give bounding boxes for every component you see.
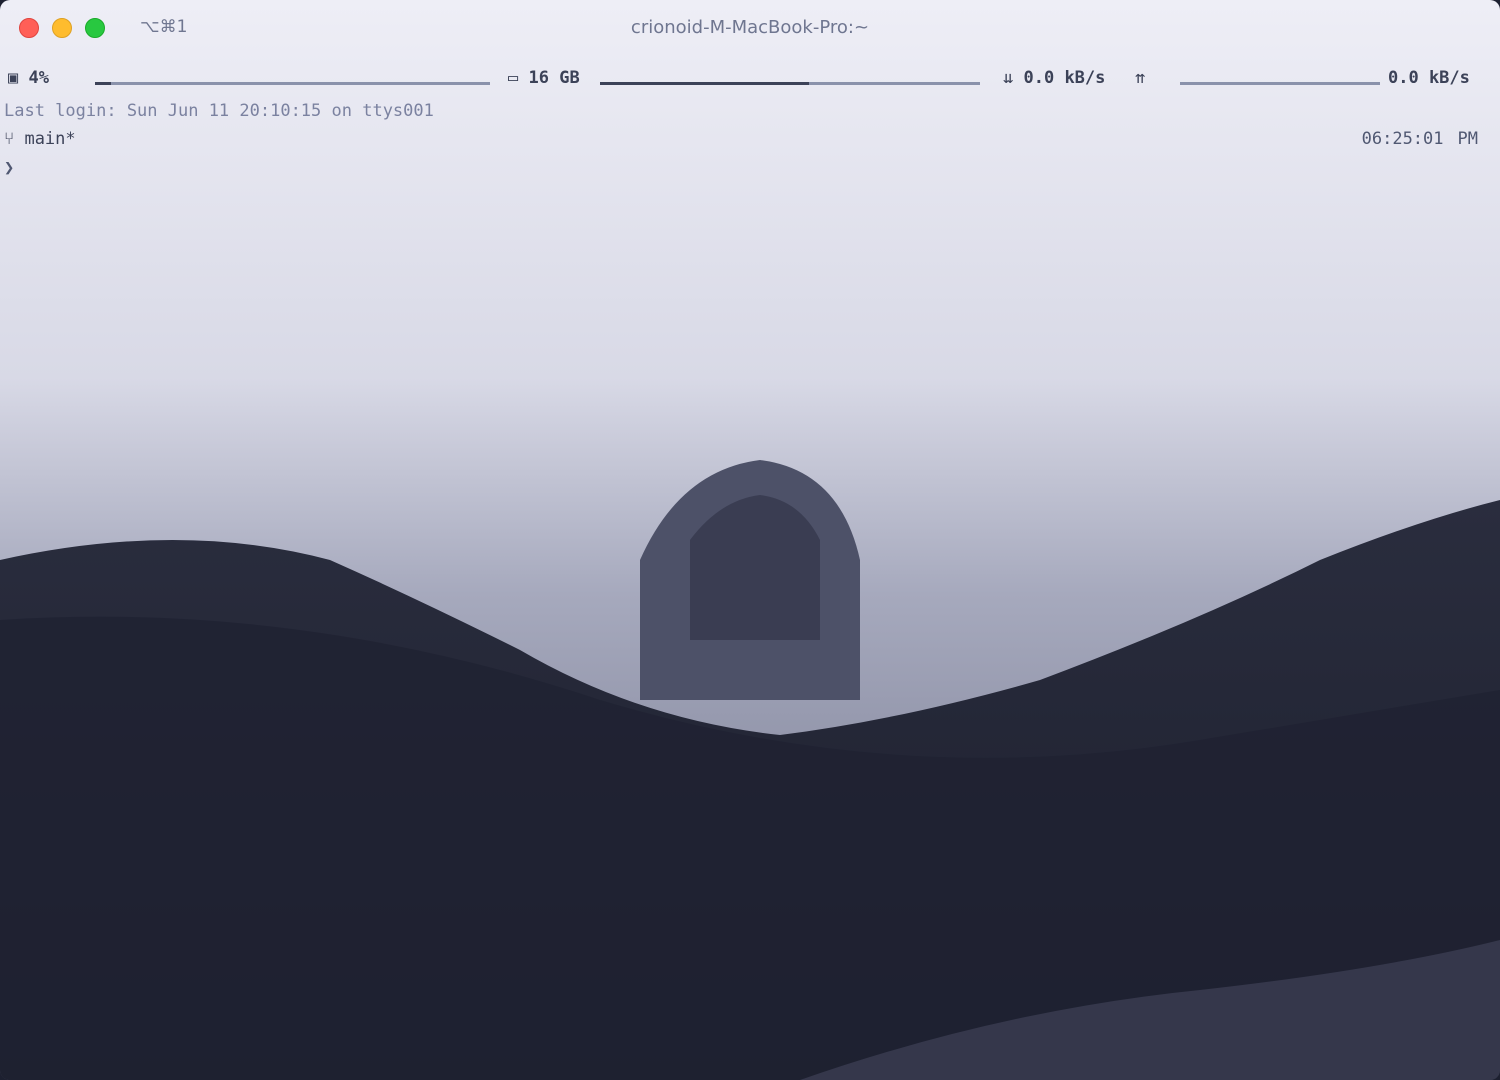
upload-icon: ⇈ bbox=[1135, 68, 1146, 88]
last-login-line: Last login: Sun Jun 11 20:10:15 on ttys0… bbox=[4, 101, 434, 121]
git-branch-icon: ⑂ bbox=[4, 129, 15, 149]
upload-stat: 0.0 kB/s bbox=[1388, 68, 1470, 88]
network-meter bbox=[1180, 82, 1380, 85]
memory-stat: ▭ 16 GB bbox=[508, 68, 580, 88]
memory-label: 16 GB bbox=[528, 68, 580, 88]
memory-icon: ▭ bbox=[508, 68, 519, 88]
terminal-window: ⌥⌘1 crionoid-M-MacBook-Pro:~ ▣ 4% ▭ 16 G… bbox=[0, 0, 1500, 1080]
cpu-icon: ▣ bbox=[8, 68, 19, 88]
title-bar[interactable]: ⌥⌘1 crionoid-M-MacBook-Pro:~ bbox=[0, 0, 1500, 58]
cpu-meter-fill bbox=[95, 82, 111, 85]
download-stat: ⇊ 0.0 kB/s bbox=[1003, 68, 1105, 88]
download-label: 0.0 kB/s bbox=[1023, 68, 1106, 88]
command-prompt[interactable]: ❯ bbox=[4, 158, 14, 178]
window-title: crionoid-M-MacBook-Pro:~ bbox=[630, 17, 870, 38]
memory-meter bbox=[600, 82, 980, 85]
prompt-clock: 06:25:01 PM bbox=[1362, 129, 1478, 149]
upload-icon-wrap: ⇈ bbox=[1135, 68, 1145, 88]
status-bar: ▣ 4% ▭ 16 GB ⇊ 0.0 kB/s ⇈ 0.0 kB/s bbox=[0, 62, 1500, 94]
branch-name: main* bbox=[24, 129, 76, 149]
clock-time: 06:25:01 bbox=[1361, 129, 1444, 149]
download-icon: ⇊ bbox=[1003, 68, 1014, 88]
upload-label: 0.0 kB/s bbox=[1388, 68, 1470, 88]
cpu-meter bbox=[95, 82, 490, 85]
prompt-line: ⑂ main* bbox=[4, 129, 76, 149]
clock-suffix: PM bbox=[1457, 129, 1478, 149]
memory-meter-fill bbox=[600, 82, 809, 85]
cpu-stat: ▣ 4% bbox=[8, 68, 49, 88]
cpu-label: 4% bbox=[28, 68, 49, 88]
